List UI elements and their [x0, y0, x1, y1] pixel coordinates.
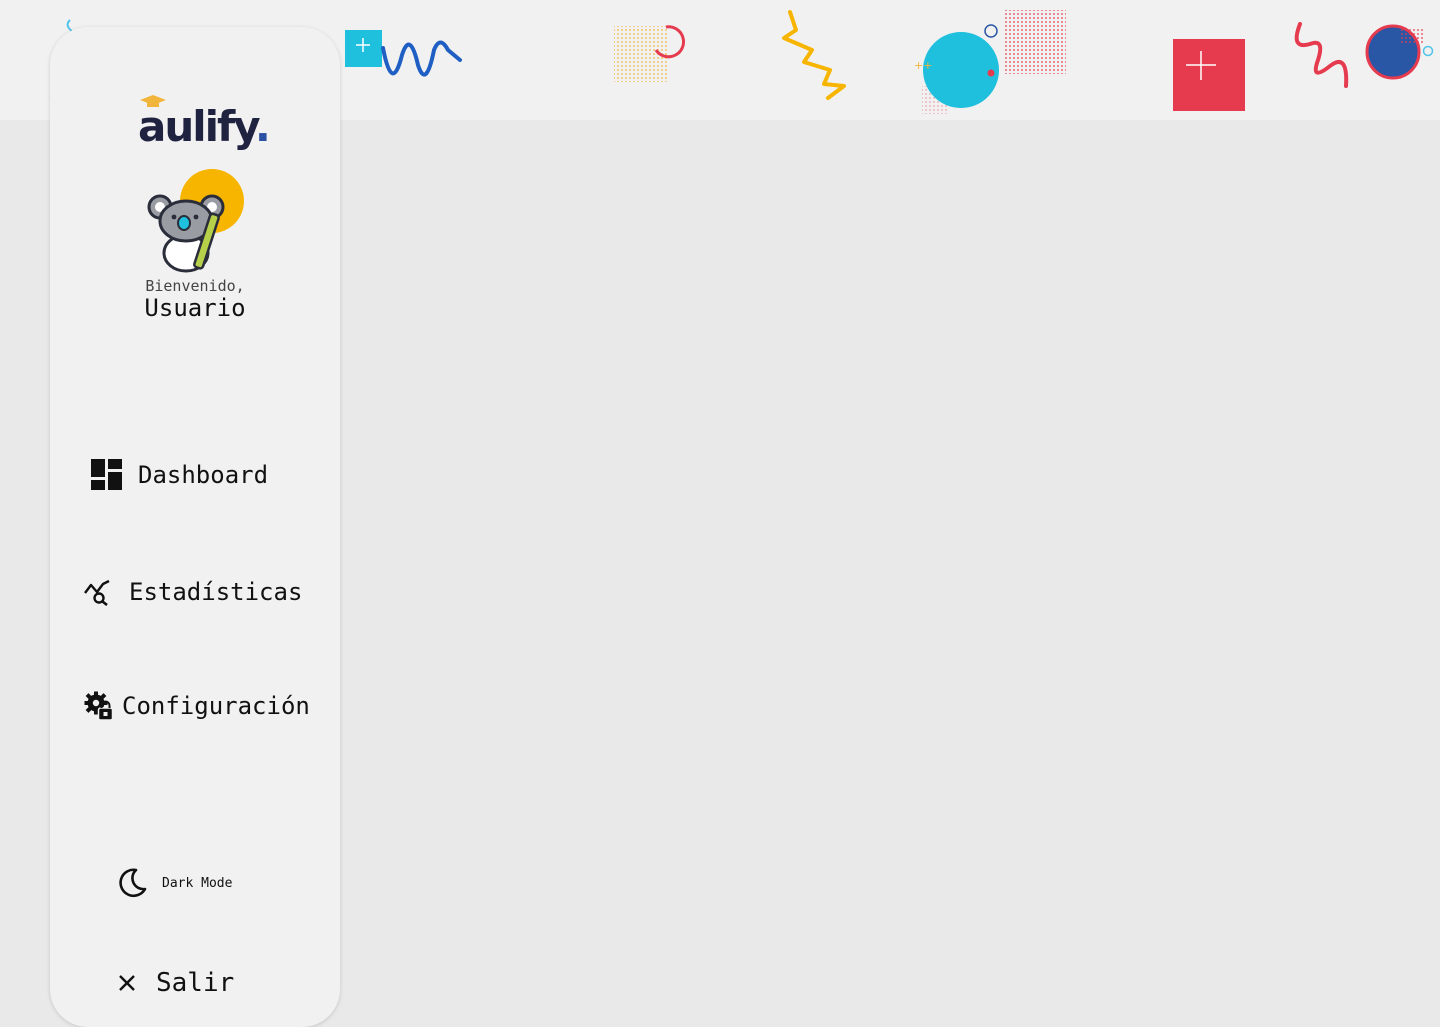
aulify-logo[interactable]: aulify. [138, 95, 271, 157]
nav-item-estadisticas[interactable]: Estadísticas [84, 578, 302, 606]
dark-mode-label: Dark Mode [162, 875, 233, 891]
nav-label-estadisticas: Estadísticas [129, 578, 303, 606]
logo-text: aulify. [138, 102, 271, 151]
username: Usuario [144, 294, 246, 322]
stats-search-icon [84, 579, 110, 606]
close-icon [119, 975, 135, 991]
dark-mode-toggle[interactable]: Dark Mode [116, 867, 232, 899]
dashboard-icon [91, 459, 122, 490]
koala-avatar [147, 169, 244, 273]
sidebar: aulify. Bienvenido, Usuario Dashboard Es… [50, 27, 340, 1027]
logout-button[interactable]: Salir [118, 968, 234, 998]
moon-icon [119, 868, 147, 898]
nav-label-dashboard: Dashboard [138, 460, 269, 489]
nav-item-configuracion[interactable]: Configuración [84, 691, 310, 721]
nav-item-dashboard[interactable]: Dashboard [91, 459, 268, 490]
welcome-text: Bienvenido, [145, 277, 245, 295]
logout-label: Salir [156, 968, 235, 998]
nav-label-configuracion: Configuración [122, 692, 310, 720]
settings-lock-icon [84, 691, 114, 721]
